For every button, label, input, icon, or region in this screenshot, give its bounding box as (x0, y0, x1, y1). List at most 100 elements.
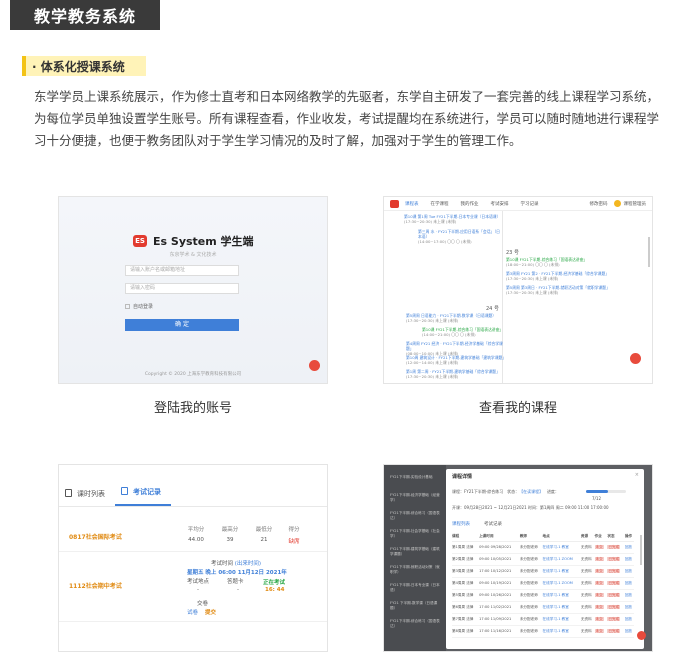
calendar-event[interactable]: 第5周周 日语能力 ‧ FY21下半期-数学课（日语课题） (17:30~20:… (406, 313, 506, 323)
calendar-event[interactable]: 第10课 FY21下半期-综合练习「国语表达讲座」 (18:00~21:00) … (506, 257, 646, 267)
place-link[interactable]: 在线学习-1 教室 (543, 569, 569, 573)
score-label: 得分 (288, 527, 300, 533)
lesson-place: 在线学习-1 教室 (542, 625, 581, 638)
nav-homework[interactable]: 我的作业 (461, 201, 479, 207)
section-accent-bar (22, 56, 26, 76)
col-homework: 作业 (594, 533, 608, 542)
user-avatar[interactable] (613, 200, 621, 207)
avg-label: 平均分 (187, 527, 205, 533)
replay-link[interactable]: 回放 (625, 593, 632, 597)
replay-link[interactable]: 回放 (625, 569, 632, 573)
sidebar-course-item[interactable]: FY21下半期-综合练习（国语表达） (390, 619, 440, 628)
caption-course: 查看我的课程 (478, 401, 557, 416)
remember-checkbox[interactable]: 自动登录 (125, 303, 153, 310)
replay-link[interactable]: 回放 (625, 545, 632, 549)
submit-link[interactable]: 提交 (205, 608, 216, 616)
lesson-time: 09:00 09/28/2021 (479, 541, 520, 554)
homework-tag: 未交 (594, 592, 604, 598)
lesson-place: 在线学习-1 教室 (542, 589, 581, 602)
tab-exam-records[interactable]: 考试记录 (115, 487, 171, 506)
login-subtitle: 东京学术 & 文化技术 (169, 252, 217, 258)
lesson-teacher: 未分配老师 (519, 565, 543, 578)
calendar-scrollbar[interactable] (648, 237, 650, 267)
table-row: 第7周周 法律 17:00 11/09/2021 未分配老师 在线学习-1 教室 无资料… (452, 613, 634, 626)
lesson-action: 回放 (624, 565, 634, 578)
list-icon (65, 489, 72, 497)
section-heading: · 体系化授课系统 (22, 56, 146, 76)
chat-icon[interactable] (637, 631, 646, 640)
day-label-23: 23 号 (506, 250, 519, 256)
es-logo-icon (390, 199, 399, 208)
nav-records[interactable]: 学习记录 (521, 201, 539, 207)
lesson-homework: 未交 (594, 541, 608, 554)
replay-link[interactable]: 回放 (625, 617, 632, 621)
password-field[interactable]: 请输入密码 (125, 283, 239, 294)
place-link[interactable]: 在线学习-1 教室 (543, 605, 569, 609)
lesson-action: 回放 (624, 589, 634, 602)
tab-label: 考试记录 (133, 488, 161, 496)
change-password-link[interactable]: 修改密码 (590, 201, 608, 207)
status-tag: 已完成 (607, 604, 621, 610)
lesson-status: 已完成 (607, 613, 625, 626)
status-tag: 已完成 (607, 628, 621, 634)
checkbox-icon (125, 304, 130, 309)
place-link[interactable]: 在线学习-1 教室 (543, 593, 569, 597)
chat-icon[interactable] (630, 353, 641, 364)
lesson-place: 在线学习-1 教室 (542, 613, 581, 626)
place-link[interactable]: 在线学习-1 教室 (543, 617, 569, 621)
nav-exams[interactable]: 考试安排 (491, 201, 509, 207)
sidebar-course-item[interactable]: FY21下半期-社会学基础（社会学） (390, 529, 440, 538)
tab-lesson-list[interactable]: 课时列表 (59, 489, 115, 506)
calendar-event[interactable]: 第三周 水 ‧ FY21下半期-应用日语系「会话」（日本语） (14:00~17… (418, 229, 500, 244)
table-scrollbar[interactable] (640, 535, 642, 565)
lesson-teacher: 未分配老师 (519, 553, 543, 566)
records-tabs: 课时列表 考试记录 (59, 485, 327, 507)
calendar-event[interactable]: 第3周周 FY21 第2 ‧ FY21下半期-经济学基础「综合学课题」 (17:… (506, 271, 646, 281)
brand-name: Es System 学生端 (153, 235, 254, 248)
calendar-event[interactable]: 第1周 第二周 ‧ FY21下半期-建筑学基础「综合学课题」 (17:30~20… (406, 369, 506, 379)
username-field[interactable]: 请输入账户名或邮箱地址 (125, 265, 239, 276)
nav-schedule[interactable]: 课程表 (405, 201, 419, 207)
sidebar-course-item[interactable]: FY21下半期-综合练习（国语表达） (390, 511, 440, 520)
tab-course-list[interactable]: 课程列表 (452, 521, 470, 527)
sidebar-course-item[interactable]: FY21下半期-实验设计基础 (390, 475, 440, 480)
lesson-time: 17:00 11/02/2021 (479, 601, 520, 614)
replay-link[interactable]: 回放 (625, 557, 632, 561)
close-icon[interactable]: × (635, 472, 639, 478)
lesson-place: 在线学习-1 ZOOM (542, 577, 581, 590)
lesson-homework: 未交 (594, 613, 608, 626)
col-teacher: 教师 (519, 533, 543, 542)
row-divider (59, 621, 327, 622)
col-place: 地点 (542, 533, 581, 542)
place-link[interactable]: 在线学习-1 教室 (543, 629, 569, 633)
exam-name: 1112社会期中考试 (69, 583, 122, 590)
lesson-course: 第1周周 法律 (452, 541, 480, 554)
place-link[interactable]: 在线学习-1 教室 (543, 545, 569, 549)
replay-link[interactable]: 回放 (625, 581, 632, 585)
sidebar-course-item[interactable]: FY21下半期-建筑学基础（建筑学课题） (390, 547, 440, 556)
sidebar-course-item[interactable]: FY21 下半期-数学课（日语课题） (390, 601, 440, 610)
event-title: 第4周周 FY21 经济 ‧ FY21下半期-经济学基础「综合学课题」 (406, 341, 503, 351)
replay-link[interactable]: 回放 (625, 629, 632, 633)
calendar-event[interactable]: 第10周 建筑设计 ‧ FY21下半期-建筑学基础「建筑学课题」 (12:00~… (406, 355, 506, 365)
sidebar-course-item[interactable]: FY21下半期-就职活动对策（就职学） (390, 565, 440, 574)
lesson-teacher: 未分配老师 (519, 577, 543, 590)
calendar-event[interactable]: 第5周周 第3周日 ‧ FY21下半期-就职活动对策「就职学课题」 (17:30… (506, 285, 646, 295)
exam-status: 正在考试 (263, 580, 286, 586)
place-link[interactable]: 在线学习-1 ZOOM (543, 557, 573, 561)
calendar-event[interactable]: 第4周周 FY21 经济 ‧ FY21下半期-经济学基础「综合学课题」 (08:… (406, 341, 506, 356)
course-detail-screenshot: FY21下半期-实验设计基础 FY21下半期-经济学基础（经营学） FY21下半… (383, 464, 653, 652)
lesson-course: 第7周周 法律 (452, 613, 480, 626)
tab-exam-records[interactable]: 考试记录 (484, 521, 502, 527)
sidebar-course-item[interactable]: FY21下半期-经济学基础（经营学） (390, 493, 440, 502)
replay-link[interactable]: 回放 (625, 605, 632, 609)
nav-current-courses[interactable]: 在学课程 (431, 201, 449, 207)
calendar-event[interactable]: 第10课 FY21下半期-综合练习「国语表达讲座」 (14:00~21:00) … (422, 327, 506, 337)
chat-icon[interactable] (309, 360, 320, 371)
place-link[interactable]: 在线学习-1 ZOOM (543, 581, 573, 585)
place-label: 考试地点 (187, 579, 210, 585)
sidebar-course-item[interactable]: FY21下半期-日本专业课（日本语） (390, 583, 440, 592)
calendar-event[interactable]: 第10课 第1周 Tue FY21下半期-日本专业课（日本语课） (17:30~… (404, 214, 500, 224)
exam-paper-link[interactable]: 试卷 (187, 608, 198, 616)
login-button[interactable]: 确 定 (125, 319, 239, 331)
